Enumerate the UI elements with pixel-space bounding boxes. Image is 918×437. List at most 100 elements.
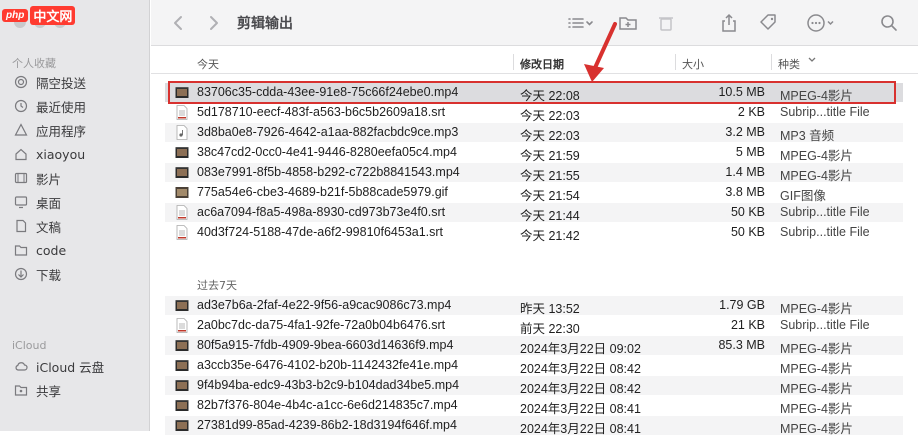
file-date: 今天 22:03 <box>520 129 580 143</box>
back-button[interactable] <box>169 11 189 35</box>
file-name: ac6a7094-f8a5-498a-8930-cd973b73e4f0.srt <box>197 205 446 219</box>
sidebar-item-label: 下载 <box>36 267 62 283</box>
file-row[interactable]: 2a0bc7dc-da75-4fa1-92fe-72a0b04b6476.srt… <box>165 316 903 336</box>
sidebar-item-label: 文稿 <box>36 219 62 235</box>
search-icon <box>881 15 897 31</box>
sidebar-item-label: 共享 <box>36 383 62 399</box>
sidebar-item-label: iCloud 云盘 <box>36 359 105 375</box>
file-row[interactable]: 83706c35-cdda-43ee-91e8-75c66f24ebe0.mp4… <box>165 83 903 103</box>
column-kind[interactable]: 种类 <box>778 56 800 72</box>
share-icon <box>722 13 736 32</box>
sidebar-item-icloud-0[interactable]: iCloud 云盘 <box>14 356 142 376</box>
chevron-left-icon <box>174 16 182 30</box>
file-row[interactable]: 40d3f724-5188-47de-a6f2-99810f6453a1.srt… <box>165 223 903 243</box>
text-file-icon <box>175 318 189 333</box>
file-name: 40d3f724-5188-47de-a6f2-99810f6453a1.srt <box>197 225 444 239</box>
file-row[interactable]: 27381d99-85ad-4239-86b2-18d3194f646f.mp4… <box>165 416 903 436</box>
file-name: 5d178710-eecf-483f-a563-b6c5b2609a18.srt <box>197 105 446 119</box>
file-row[interactable]: 9f4b94ba-edc9-43b3-b2c9-b104dad34be5.mp4… <box>165 376 903 396</box>
file-name: 083e7991-8f5b-4858-b292-c722b8841543.mp4 <box>197 165 460 179</box>
home-icon <box>14 147 28 161</box>
file-name: 9f4b94ba-edc9-43b3-b2c9-b104dad34be5.mp4 <box>197 378 460 392</box>
column-divider[interactable] <box>675 54 676 70</box>
image-file-icon <box>175 185 189 200</box>
video-icon <box>175 85 189 100</box>
file-row[interactable]: ac6a7094-f8a5-498a-8930-cd973b73e4f0.srt… <box>165 203 903 223</box>
apps-icon <box>14 123 28 137</box>
sidebar-item-fav-2[interactable]: 应用程序 <box>14 120 142 140</box>
file-size: 50 KB <box>730 225 765 239</box>
download-icon <box>14 267 28 281</box>
file-row[interactable]: 80f5a915-7fdb-4909-9bea-6603d14636f9.mp4… <box>165 336 903 356</box>
file-date: 2024年3月22日 08:41 <box>520 402 641 416</box>
file-kind: MPEG-4影片 <box>780 362 853 376</box>
file-row[interactable]: 083e7991-8f5b-4858-b292-c722b8841543.mp4… <box>165 163 903 183</box>
sort-chevron-icon[interactable] <box>807 55 817 65</box>
share-button[interactable] <box>719 11 739 35</box>
file-row[interactable]: a3ccb35e-6476-4102-b20b-1142432fe41e.mp4… <box>165 356 903 376</box>
ellipsis-circle-icon <box>807 14 834 32</box>
search-button[interactable] <box>879 11 899 35</box>
file-date: 前天 22:30 <box>520 322 580 336</box>
sidebar-item-fav-6[interactable]: 文稿 <box>14 216 142 236</box>
file-date: 昨天 13:52 <box>520 302 580 316</box>
file-name: a3ccb35e-6476-4102-b20b-1142432fe41e.mp4 <box>197 358 459 372</box>
video-icon <box>175 165 189 180</box>
file-kind: Subrip...title File <box>780 205 870 219</box>
new-folder-button[interactable] <box>618 11 638 35</box>
file-date: 今天 21:44 <box>520 209 580 223</box>
file-size: 21 KB <box>730 318 765 332</box>
column-name[interactable]: 今天 <box>197 56 219 72</box>
sidebar-item-icloud-1[interactable]: 共享 <box>14 380 142 400</box>
sidebar-item-fav-0[interactable]: 隔空投送 <box>14 72 142 92</box>
column-divider[interactable] <box>513 54 514 70</box>
icloud-section-title: iCloud <box>12 339 47 352</box>
tag-button[interactable] <box>758 11 778 35</box>
file-row[interactable]: 3d8ba0e8-7926-4642-a1aa-882facbdc9ce.mp3… <box>165 123 903 143</box>
video-icon <box>175 398 189 413</box>
sidebar-item-fav-4[interactable]: 影片 <box>14 168 142 188</box>
sidebar-item-label: 应用程序 <box>36 123 87 139</box>
sidebar-item-fav-1[interactable]: 最近使用 <box>14 96 142 116</box>
group-label: 过去7天 <box>197 279 237 292</box>
folder-icon <box>14 243 28 257</box>
text-file-icon <box>175 105 189 120</box>
column-header: 今天 修改日期 大小 种类 <box>151 50 918 74</box>
desktop-icon <box>14 195 28 209</box>
column-date-modified[interactable]: 修改日期 <box>520 56 564 72</box>
file-name: 27381d99-85ad-4239-86b2-18d3194f646f.mp4 <box>197 418 457 432</box>
sidebar-item-fav-7[interactable]: code <box>14 240 142 260</box>
file-name: 3d8ba0e8-7926-4642-a1aa-882facbdc9ce.mp3 <box>197 125 459 139</box>
trash-button[interactable] <box>656 11 676 35</box>
file-kind: MPEG-4影片 <box>780 342 853 356</box>
file-name: 83706c35-cdda-43ee-91e8-75c66f24ebe0.mp4 <box>197 85 459 99</box>
chevron-right-icon <box>210 16 218 30</box>
file-kind: MPEG-4影片 <box>780 169 853 183</box>
file-row[interactable]: 82b7f376-804e-4b4c-a1cc-6e6d214835c7.mp4… <box>165 396 903 416</box>
sidebar-item-label: 最近使用 <box>36 99 87 115</box>
column-divider[interactable] <box>771 54 772 70</box>
file-row[interactable]: 775a54e6-cbe3-4689-b21f-5b88cade5979.gif… <box>165 183 903 203</box>
sidebar-item-fav-8[interactable]: 下载 <box>14 264 142 284</box>
sidebar-item-fav-3[interactable]: xiaoyou <box>14 144 142 164</box>
file-size: 50 KB <box>730 205 765 219</box>
text-file-icon <box>175 205 189 220</box>
file-kind: MPEG-4影片 <box>780 382 853 396</box>
file-row[interactable]: ad3e7b6a-2faf-4e22-9f56-a9cac9086c73.mp4… <box>165 296 903 316</box>
column-size[interactable]: 大小 <box>682 56 704 72</box>
tag-icon <box>760 14 776 30</box>
file-row[interactable]: 38c47cd2-0cc0-4e41-9446-8280eefa05c4.mp4… <box>165 143 903 163</box>
video-icon <box>175 378 189 393</box>
sidebar-item-label: 桌面 <box>36 195 62 211</box>
file-row[interactable]: 5d178710-eecf-483f-a563-b6c5b2609a18.srt… <box>165 103 903 123</box>
file-name: 80f5a915-7fdb-4909-9bea-6603d14636f9.mp4 <box>197 338 454 352</box>
more-actions-button[interactable] <box>803 11 839 35</box>
video-icon <box>175 358 189 373</box>
file-kind: MP3 音频 <box>780 129 835 143</box>
file-date: 今天 21:59 <box>520 149 580 163</box>
file-size: 3.2 MB <box>725 125 765 139</box>
forward-button[interactable] <box>203 11 223 35</box>
sidebar-item-label: 隔空投送 <box>36 75 87 91</box>
favorites-section-title: 个人收藏 <box>12 57 56 70</box>
sidebar-item-fav-5[interactable]: 桌面 <box>14 192 142 212</box>
